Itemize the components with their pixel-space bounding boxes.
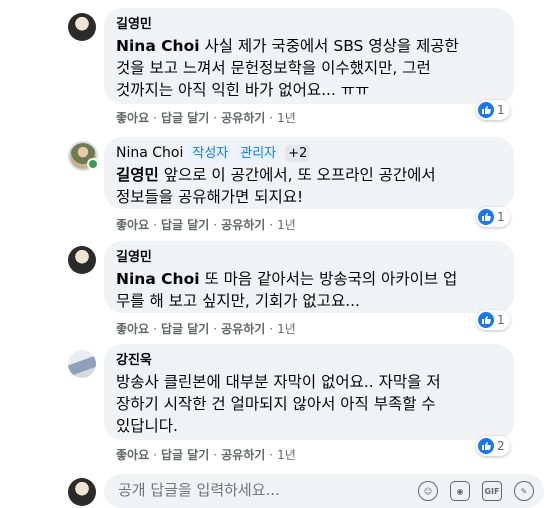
comment-actions: 좋아요 · 답글 달기 · 공유하기 · 1년 [116, 216, 296, 233]
share-button[interactable]: 공유하기 [221, 446, 265, 463]
comment-actions: 좋아요 · 답글 달기 · 공유하기 · 1년 [116, 109, 296, 126]
like-icon [478, 312, 494, 328]
mention-link[interactable]: Nina Choi [116, 37, 200, 55]
separator: · [153, 110, 157, 125]
reaction-count[interactable]: 2 [476, 436, 510, 456]
comment-bubble: 길영민 Nina Choi 또 마음 같아서는 방송국의 아카이브 업 무를 해… [104, 241, 514, 313]
like-icon [478, 438, 494, 454]
share-button[interactable]: 공유하기 [221, 109, 265, 126]
avatar[interactable] [68, 246, 96, 274]
separator: · [269, 110, 274, 125]
separator: · [153, 217, 157, 232]
reaction-number: 1 [497, 313, 505, 327]
comment-text: 길영민 앞으로 이 공간에서, 또 오프라인 공간에서 정보들을 공유해가면 되… [116, 166, 436, 206]
separator: · [213, 217, 218, 232]
reaction-count[interactable]: 1 [476, 310, 510, 330]
like-icon [478, 209, 494, 225]
reply-button[interactable]: 답글 달기 [161, 320, 209, 337]
badge-author: 작성자 [189, 145, 232, 162]
like-button[interactable]: 좋아요 [116, 216, 149, 233]
share-button[interactable]: 공유하기 [221, 320, 265, 337]
emoji-icon[interactable]: ☺ [418, 481, 438, 501]
comment-author[interactable]: 길영민 [116, 249, 502, 266]
camera-icon[interactable]: ◉ [450, 481, 470, 501]
reply-input[interactable] [116, 480, 400, 500]
avatar[interactable] [68, 13, 96, 41]
sticker-icon[interactable]: ✎ [514, 481, 534, 501]
separator: · [269, 217, 274, 232]
comment-author[interactable]: Nina Choi [116, 145, 183, 162]
timestamp[interactable]: 1년 [277, 320, 296, 337]
badge-admin: 관리자 [237, 145, 280, 162]
comment-bubble: 길영민 Nina Choi 사실 제가 국중에서 SBS 영상을 제공한 것을 … [104, 8, 514, 104]
separator: · [269, 321, 274, 336]
share-button[interactable]: 공유하기 [221, 216, 265, 233]
reply-button[interactable]: 답글 달기 [161, 216, 209, 233]
comment-author-row: Nina Choi 작성자 관리자 +2 [116, 145, 502, 162]
comment-actions: 좋아요 · 답글 달기 · 공유하기 · 1년 [116, 446, 296, 463]
separator: · [213, 321, 218, 336]
reply-composer: ☺ ◉ GIF ✎ [104, 474, 544, 508]
gif-icon[interactable]: GIF [482, 481, 502, 501]
comment-author[interactable]: 길영민 [116, 16, 502, 33]
separator: · [213, 110, 218, 125]
reaction-number: 1 [497, 103, 505, 117]
comment-bubble: Nina Choi 작성자 관리자 +2 길영민 앞으로 이 공간에서, 또 오… [104, 137, 514, 209]
comment-actions: 좋아요 · 답글 달기 · 공유하기 · 1년 [116, 320, 296, 337]
reaction-count[interactable]: 1 [476, 207, 510, 227]
mention-link[interactable]: Nina Choi [116, 270, 200, 288]
reaction-number: 1 [497, 210, 505, 224]
comment-author[interactable]: 강진욱 [116, 352, 502, 369]
comment-text: 방송사 클린본에 대부분 자막이 없어요.. 자막을 저 장하기 시작한 건 얼… [116, 373, 441, 435]
like-button[interactable]: 좋아요 [116, 109, 149, 126]
timestamp[interactable]: 1년 [277, 446, 296, 463]
avatar[interactable] [68, 350, 96, 378]
like-icon [478, 102, 494, 118]
separator: · [213, 447, 218, 462]
like-button[interactable]: 좋아요 [116, 320, 149, 337]
like-button[interactable]: 좋아요 [116, 446, 149, 463]
current-user-avatar[interactable] [68, 478, 96, 506]
reaction-number: 2 [497, 439, 505, 453]
reaction-count[interactable]: 1 [476, 100, 510, 120]
timestamp[interactable]: 1년 [277, 109, 296, 126]
separator: · [153, 447, 157, 462]
badge-more[interactable]: +2 [285, 145, 311, 162]
reply-button[interactable]: 답글 달기 [161, 109, 209, 126]
comment-text: Nina Choi 또 마음 같아서는 방송국의 아카이브 업 무를 해 보고 … [116, 270, 458, 310]
comment-bubble: 강진욱 방송사 클린본에 대부분 자막이 없어요.. 자막을 저 장하기 시작한… [104, 344, 514, 440]
mention-link[interactable]: 길영민 [116, 166, 159, 184]
separator: · [269, 447, 274, 462]
online-status-dot [87, 158, 99, 170]
timestamp[interactable]: 1년 [277, 216, 296, 233]
separator: · [153, 321, 157, 336]
comment-text: Nina Choi 사실 제가 국중에서 SBS 영상을 제공한 것을 보고 느… [116, 37, 459, 99]
reply-button[interactable]: 답글 달기 [161, 446, 209, 463]
